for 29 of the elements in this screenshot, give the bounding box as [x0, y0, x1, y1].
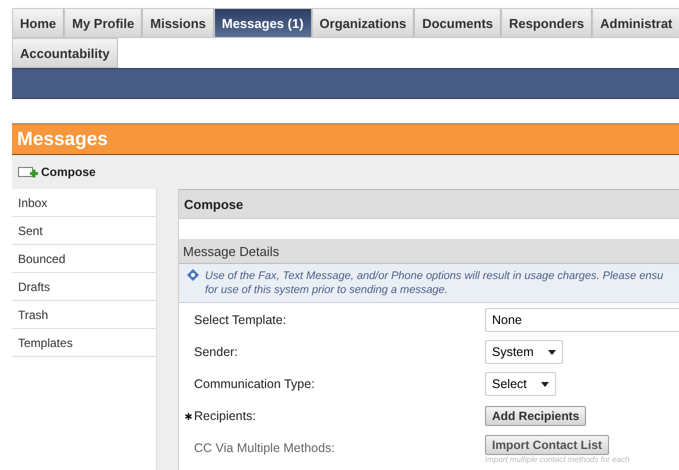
- nav-tab[interactable]: Messages (1): [214, 8, 312, 38]
- field-label: CC Via Multiple Methods:: [194, 441, 335, 455]
- panel-title: Compose: [179, 189, 679, 219]
- action-button[interactable]: Add Recipients: [485, 406, 586, 426]
- nav-tab[interactable]: Accountability: [12, 38, 118, 68]
- dropdown[interactable]: System: [485, 340, 563, 364]
- nav-tab[interactable]: Documents: [414, 8, 502, 38]
- info-text: Use of the Fax, Text Message, and/or Phone options will result in usage charges. Please ensu: [205, 269, 664, 283]
- field-label: Sender:: [194, 345, 238, 359]
- field-label: Recipients:: [194, 409, 256, 423]
- field-label: Communication Type:: [194, 377, 315, 391]
- section-title: Message Details: [179, 239, 679, 264]
- nav-tab[interactable]: Missions: [142, 8, 214, 38]
- field-label: Select Template:: [194, 313, 286, 327]
- nav-tab[interactable]: Administrat: [592, 8, 679, 38]
- hint-text: Import multiple contact methods for each: [485, 454, 630, 464]
- info-icon: [187, 269, 199, 281]
- compose-button[interactable]: Compose: [18, 165, 96, 179]
- compose-icon: [18, 166, 38, 178]
- dropdown[interactable]: Select: [485, 372, 556, 396]
- nav-tab[interactable]: Home: [12, 8, 64, 38]
- nav-tab[interactable]: Responders: [501, 8, 592, 38]
- nav-tab[interactable]: My Profile: [64, 8, 142, 38]
- caret-icon: [540, 382, 549, 386]
- info-text: for use of this system prior to sending a message.: [205, 283, 449, 297]
- input-field[interactable]: None: [485, 308, 679, 332]
- page-title: Messages: [12, 124, 679, 154]
- nav-tab[interactable]: Organizations: [312, 8, 414, 38]
- caret-icon: [548, 350, 556, 354]
